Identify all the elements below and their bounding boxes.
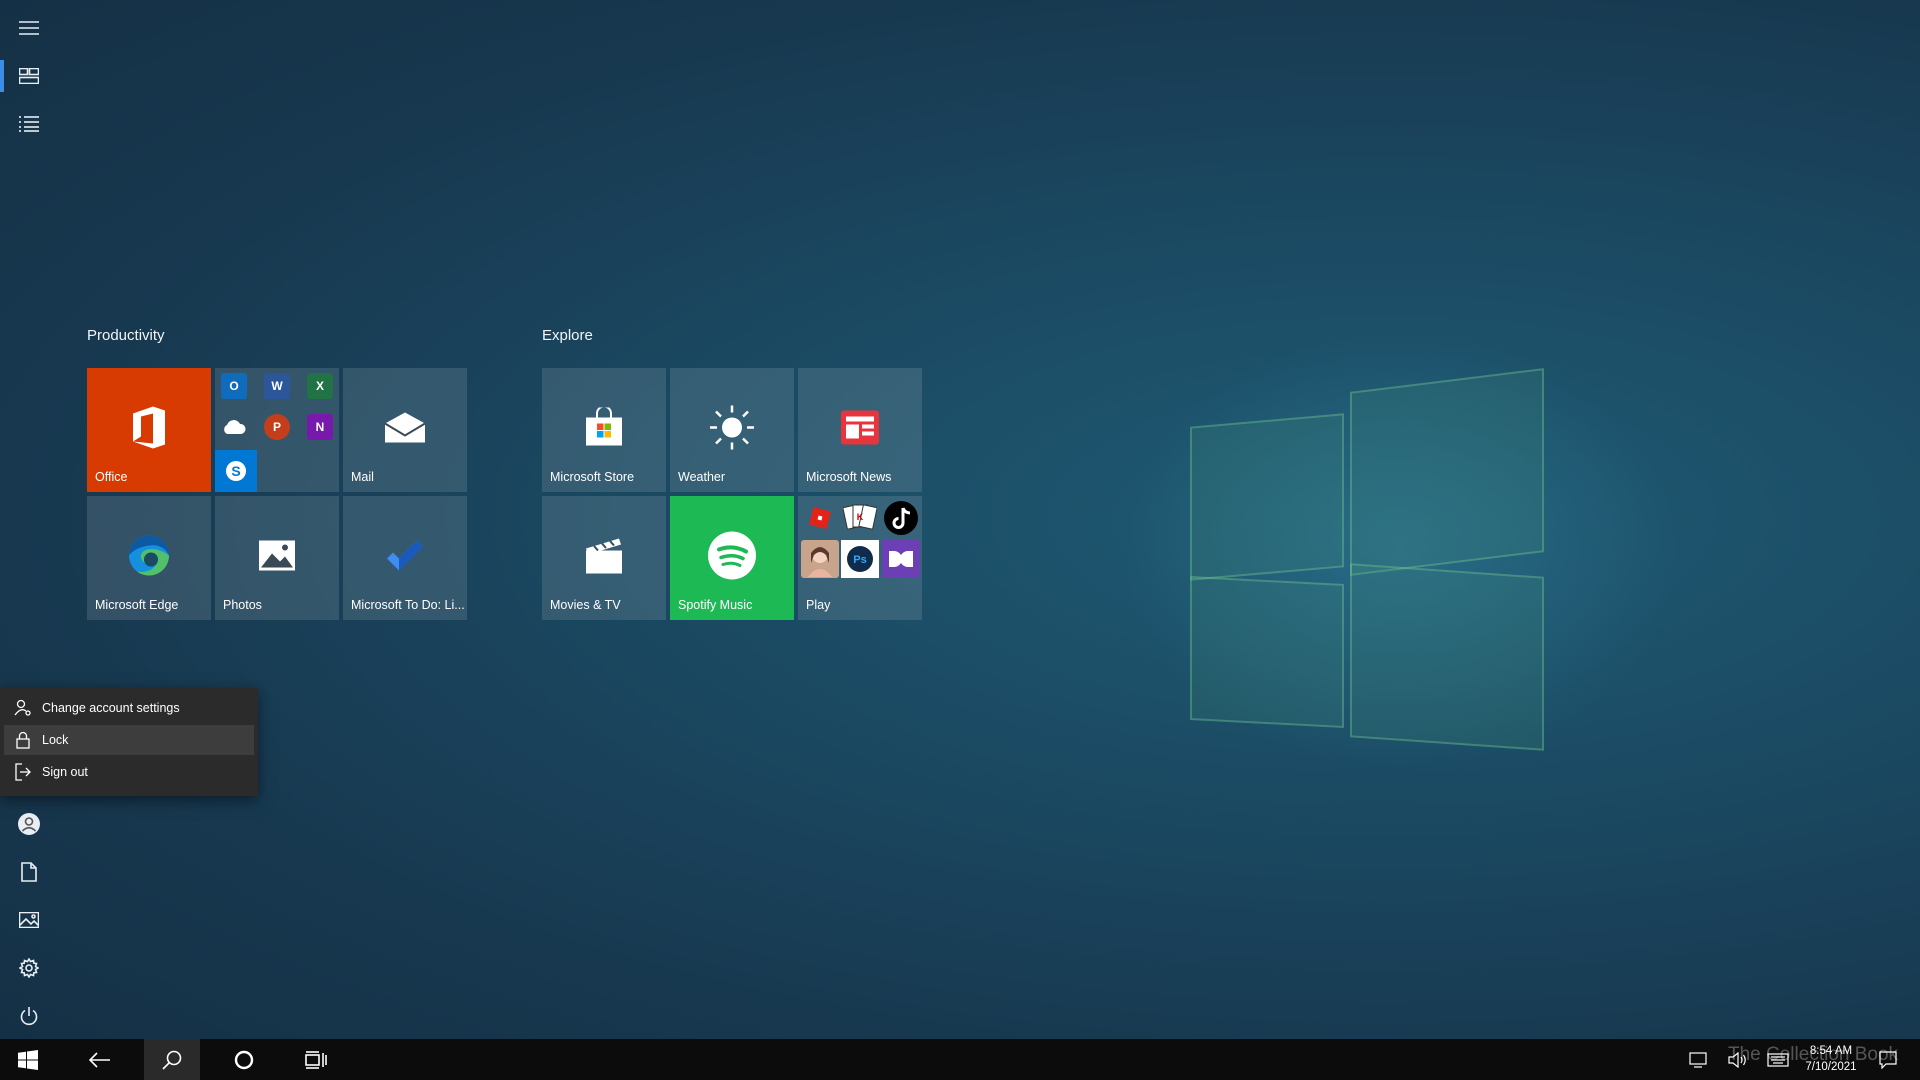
tile-label: Photos <box>223 598 262 612</box>
onedrive-icon[interactable] <box>221 414 247 440</box>
person-settings-icon <box>4 699 42 717</box>
dolby-icon[interactable] <box>882 540 920 578</box>
lock-item[interactable]: Lock <box>4 725 254 755</box>
tile-label: Mail <box>351 470 374 484</box>
menu-item-label: Lock <box>42 733 69 747</box>
menu-item-label: Change account settings <box>42 701 180 715</box>
search-icon[interactable] <box>144 1039 200 1080</box>
svg-text:Ps: Ps <box>853 554 866 566</box>
tiktok-icon[interactable] <box>882 499 920 537</box>
windows-start-icon[interactable] <box>0 1039 56 1080</box>
svg-text:S: S <box>231 463 240 479</box>
sun-icon <box>709 405 755 456</box>
solitaire-icon[interactable]: K <box>841 499 879 537</box>
excel-icon[interactable]: X <box>307 373 333 399</box>
svg-text:K: K <box>857 512 864 522</box>
tile-microsoft-edge[interactable]: Microsoft Edge <box>87 496 211 620</box>
sign-out-item[interactable]: Sign out <box>4 757 254 787</box>
tile-weather[interactable]: Weather <box>670 368 794 492</box>
tile-microsoft-store[interactable]: Microsoft Store <box>542 368 666 492</box>
menu-item-label: Sign out <box>42 765 88 779</box>
tile-spotify-music[interactable]: Spotify Music <box>670 496 794 620</box>
game-portrait-icon[interactable] <box>801 540 839 578</box>
tile-label: Weather <box>678 470 726 484</box>
news-icon <box>840 410 880 451</box>
task-view-icon[interactable] <box>288 1039 344 1080</box>
settings-gear-icon[interactable] <box>0 944 58 992</box>
tile-office-apps-folder[interactable]: O W X P N S <box>215 368 339 492</box>
office-icon <box>129 406 169 455</box>
sign-out-icon <box>4 763 42 781</box>
account-context-menu: Change account settings Lock Sign out <box>0 688 258 796</box>
tile-label: Office <box>95 470 128 484</box>
group-title-explore: Explore <box>542 327 593 344</box>
powerpoint-icon[interactable]: P <box>264 414 290 440</box>
user-account-icon[interactable] <box>0 800 58 848</box>
tablet-mode-icon[interactable] <box>1678 1039 1718 1080</box>
power-icon[interactable] <box>0 992 58 1040</box>
mail-icon <box>384 412 426 449</box>
tiles-view-icon[interactable] <box>0 52 58 100</box>
group-title-productivity: Productivity <box>87 327 165 344</box>
spotify-icon <box>707 531 757 586</box>
clapperboard-icon <box>584 537 624 580</box>
tile-label: Spotify Music <box>678 598 753 612</box>
tile-label: Microsoft News <box>806 470 892 484</box>
start-left-rail <box>0 0 58 1039</box>
pictures-icon[interactable] <box>0 896 58 944</box>
all-apps-list-icon[interactable] <box>0 100 58 148</box>
tile-microsoft-todo[interactable]: Microsoft To Do: Li... <box>343 496 467 620</box>
windows-logo-wallpaper <box>1190 368 1550 751</box>
todo-checkmark-icon <box>385 539 425 578</box>
tile-movies-tv[interactable]: Movies & TV <box>542 496 666 620</box>
taskbar: 8:54 AM 7/10/2021 <box>0 1039 1920 1080</box>
onenote-icon[interactable]: N <box>307 414 333 440</box>
outlook-icon[interactable]: O <box>221 373 247 399</box>
tile-office[interactable]: Office <box>87 368 211 492</box>
lock-icon <box>4 731 42 749</box>
photoshop-express-icon[interactable]: Ps <box>841 540 879 578</box>
roblox-icon[interactable] <box>801 499 839 537</box>
word-icon[interactable]: W <box>264 373 290 399</box>
tile-label: Microsoft Edge <box>95 598 179 612</box>
hamburger-menu-icon[interactable] <box>0 4 58 52</box>
back-arrow-icon[interactable] <box>72 1039 128 1080</box>
tile-label: Movies & TV <box>550 598 621 612</box>
tile-mail[interactable]: Mail <box>343 368 467 492</box>
tile-label: Microsoft To Do: Li... <box>351 598 465 612</box>
documents-icon[interactable] <box>0 848 58 896</box>
change-account-settings-item[interactable]: Change account settings <box>4 693 254 723</box>
cortana-icon[interactable] <box>216 1039 272 1080</box>
watermark-text: The Collection Book <box>1728 1044 1899 1065</box>
edge-icon <box>127 534 171 583</box>
tile-photos[interactable]: Photos <box>215 496 339 620</box>
store-bag-icon <box>584 405 624 453</box>
tile-label: Microsoft Store <box>550 470 635 484</box>
tile-play-folder[interactable]: K Ps Play <box>798 496 922 620</box>
photos-icon <box>258 540 296 577</box>
tile-microsoft-news[interactable]: Microsoft News <box>798 368 922 492</box>
skype-icon[interactable]: S <box>215 450 257 492</box>
tile-label: Play <box>806 598 831 612</box>
